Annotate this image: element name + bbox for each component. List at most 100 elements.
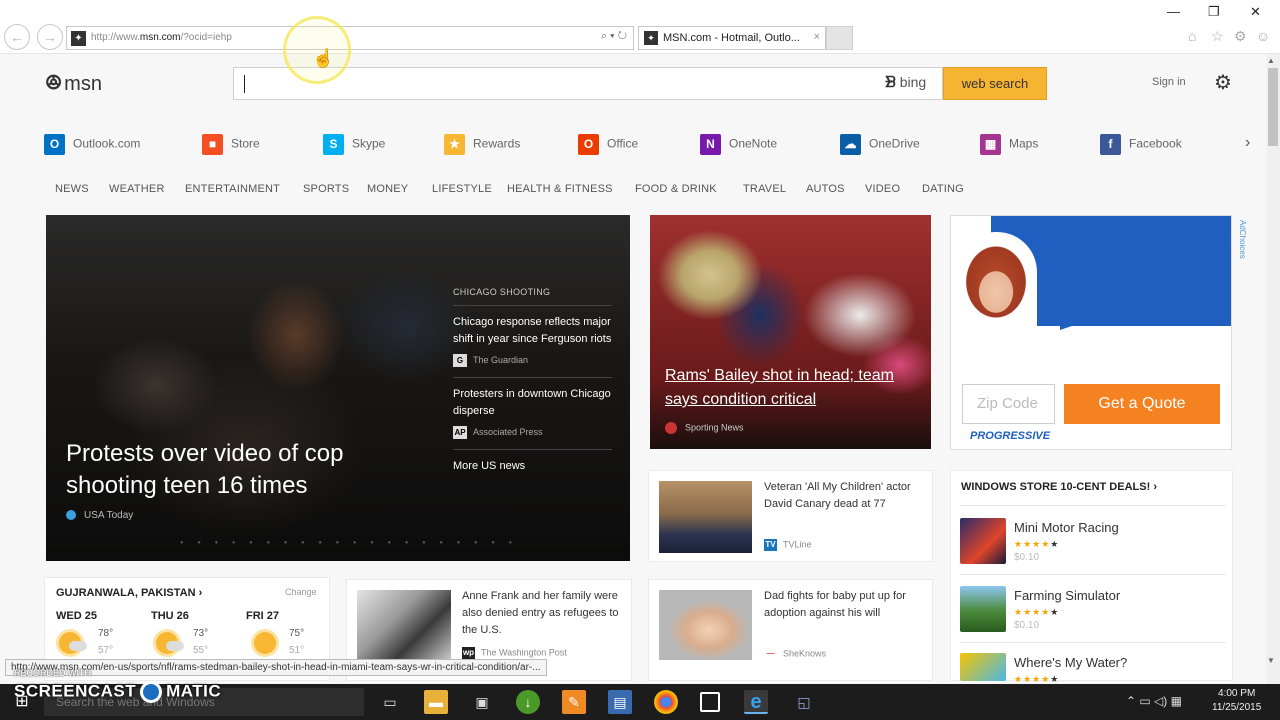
rams-image[interactable]	[650, 215, 931, 449]
cloud-icon	[69, 641, 87, 651]
screencast-left: SCREENCAST	[14, 681, 137, 701]
tab-favicon: ✦	[644, 31, 658, 45]
tab-msn[interactable]: ✦ MSN.com - Hotmail, Outlo... ×	[638, 26, 826, 50]
smiley-icon[interactable]: ☺	[1256, 28, 1270, 44]
category-autos[interactable]: AUTOS	[806, 183, 845, 195]
quick-link-onenote[interactable]: N OneNote	[700, 134, 777, 156]
url-prefix: http://www.	[91, 32, 140, 43]
category-travel[interactable]: TRAVEL	[743, 183, 786, 195]
get-a-quote-button[interactable]: Get a Quote	[1064, 384, 1220, 424]
quick-link-office[interactable]: O Office	[578, 134, 638, 156]
news-card-text[interactable]: Anne Frank and her family were also deni…	[462, 588, 624, 639]
news-thumbnail[interactable]	[659, 590, 752, 660]
weather-location[interactable]: GUJRANWALA, PAKISTAN ›	[56, 587, 202, 599]
app-rating: ★★★★★	[1014, 607, 1059, 618]
rams-story-card[interactable]	[650, 215, 931, 449]
weather-high: 78°	[98, 628, 114, 639]
category-lifestyle[interactable]: LIFESTYLE	[432, 183, 492, 195]
app-window-icon[interactable]	[700, 692, 720, 712]
screencast-right: MATIC	[166, 681, 222, 701]
quick-link-label: Rewards	[473, 136, 521, 151]
news-thumbnail[interactable]	[357, 590, 451, 662]
adchoices-link[interactable]: AdChoices	[1238, 220, 1247, 259]
sign-in-link[interactable]: Sign in	[1152, 76, 1186, 88]
scroll-up-icon[interactable]: ▲	[1267, 56, 1275, 65]
facebook-icon: f	[1100, 134, 1121, 155]
news-thumbnail[interactable]	[659, 481, 752, 553]
favorites-star-icon[interactable]: ☆	[1211, 28, 1224, 45]
category-weather[interactable]: WEATHER	[109, 183, 165, 195]
scroll-down-icon[interactable]: ▼	[1267, 656, 1275, 665]
msn-settings-gear-icon[interactable]: ⚙	[1214, 70, 1232, 95]
app-blue-icon[interactable]: ▤	[608, 690, 632, 714]
quick-link-rewards[interactable]: ★ Rewards	[444, 134, 520, 156]
store-deals-heading[interactable]: WINDOWS STORE 10-CENT DEALS! ›	[961, 481, 1157, 493]
scrollbar-thumb[interactable]	[1268, 68, 1278, 146]
weather-change-link[interactable]: Change	[285, 587, 317, 597]
forward-button[interactable]: →	[37, 24, 63, 50]
tab-close-icon[interactable]: ×	[814, 31, 820, 43]
file-explorer-icon[interactable]: ▬	[424, 690, 448, 714]
guardian-logo-icon: G	[453, 354, 467, 367]
hero-title[interactable]: Protests over video of cop shooting teen…	[66, 438, 426, 502]
home-icon[interactable]: ⌂	[1188, 28, 1196, 44]
screencast-watermark: SCREENCAST MATIC	[14, 681, 221, 703]
chevron-right-icon[interactable]: ›	[1245, 134, 1250, 152]
web-search-button[interactable]: web search	[943, 67, 1047, 100]
chrome-icon[interactable]	[654, 690, 678, 714]
ap-logo-icon: AP	[453, 426, 467, 439]
app-green-icon[interactable]: ↓	[516, 690, 540, 714]
new-tab-button[interactable]	[826, 26, 853, 50]
news-card-text[interactable]: Dad fights for baby put up for adoption …	[764, 588, 924, 622]
category-food-drink[interactable]: FOOD & DRINK	[635, 183, 717, 195]
news-card-text[interactable]: Veteran 'All My Children' actor David Ca…	[764, 479, 924, 513]
app-pane-icon[interactable]: ◱	[792, 690, 816, 714]
rams-source-label: Sporting News	[685, 422, 744, 433]
settings-gear-icon[interactable]: ⚙	[1234, 28, 1247, 45]
quick-link-facebook[interactable]: f Facebook	[1100, 134, 1182, 156]
news-card-source: wp The Washington Post	[462, 647, 567, 659]
mini-motor-racing-icon	[960, 518, 1006, 564]
app-name: Farming Simulator	[1014, 588, 1121, 603]
weather-day: WED 25	[56, 610, 97, 622]
address-url[interactable]: http://www.msn.com/?ocid=iehp	[91, 32, 232, 43]
category-dating[interactable]: DATING	[922, 183, 964, 195]
quick-link-skype[interactable]: S Skype	[323, 134, 385, 156]
carousel-dots[interactable]: ● ● ● ● ● ● ● ● ● ● ● ● ● ● ● ● ● ● ● ●	[180, 540, 518, 546]
related-item-source: G The Guardian	[453, 348, 612, 378]
task-view-icon[interactable]: ▭	[378, 690, 402, 714]
msn-logo[interactable]: ꔮ msn	[45, 70, 102, 96]
zip-code-input[interactable]: Zip Code	[962, 384, 1055, 424]
category-news[interactable]: NEWS	[55, 183, 89, 195]
quick-link-outlookcom[interactable]: O Outlook.com	[44, 134, 140, 156]
restore-icon[interactable]: ❐	[1208, 4, 1220, 20]
office-icon: O	[578, 134, 599, 155]
taskbar-clock[interactable]: 4:00 PM 11/25/2015	[1212, 687, 1261, 715]
butterfly-icon: ꔮ	[45, 70, 63, 95]
quick-link-maps[interactable]: ▦ Maps	[980, 134, 1038, 156]
related-item-title[interactable]: Chicago response reflects major shift in…	[453, 306, 612, 348]
category-sports[interactable]: SPORTS	[303, 183, 349, 195]
system-tray[interactable]: ⌃ ▭ ◁) ▦	[1126, 694, 1182, 708]
windows-store-icon[interactable]: ▣	[470, 690, 494, 714]
quick-link-onedrive[interactable]: ☁ OneDrive	[840, 134, 920, 156]
rating-stars-filled: ★★★★	[1014, 539, 1051, 549]
category-money[interactable]: MONEY	[367, 183, 408, 195]
rams-story-title[interactable]: Rams' Bailey shot in head; team says con…	[665, 364, 915, 412]
app-orange-icon[interactable]: ✎	[562, 690, 586, 714]
close-icon[interactable]: ✕	[1250, 4, 1261, 20]
address-tools[interactable]: ⌕ ▾ ↻	[601, 30, 627, 43]
internet-explorer-icon[interactable]: e	[744, 690, 768, 714]
minimize-icon[interactable]: —	[1167, 4, 1180, 19]
app-price: $0.10	[1014, 620, 1040, 631]
quick-link-store[interactable]: ■ Store	[202, 134, 260, 156]
skype-icon: S	[323, 134, 344, 155]
back-button[interactable]: ←	[4, 24, 30, 50]
related-item-title[interactable]: Protesters in downtown Chicago disperse	[453, 378, 612, 420]
category-video[interactable]: VIDEO	[865, 183, 900, 195]
category-entertainment[interactable]: ENTERTAINMENT	[185, 183, 280, 195]
weather-location-label: GUJRANWALA, PAKISTAN	[56, 587, 196, 599]
vertical-scrollbar[interactable]	[1266, 54, 1280, 684]
category-health-fitness[interactable]: HEALTH & FITNESS	[507, 183, 613, 195]
more-us-news-link[interactable]: More US news	[453, 450, 612, 472]
